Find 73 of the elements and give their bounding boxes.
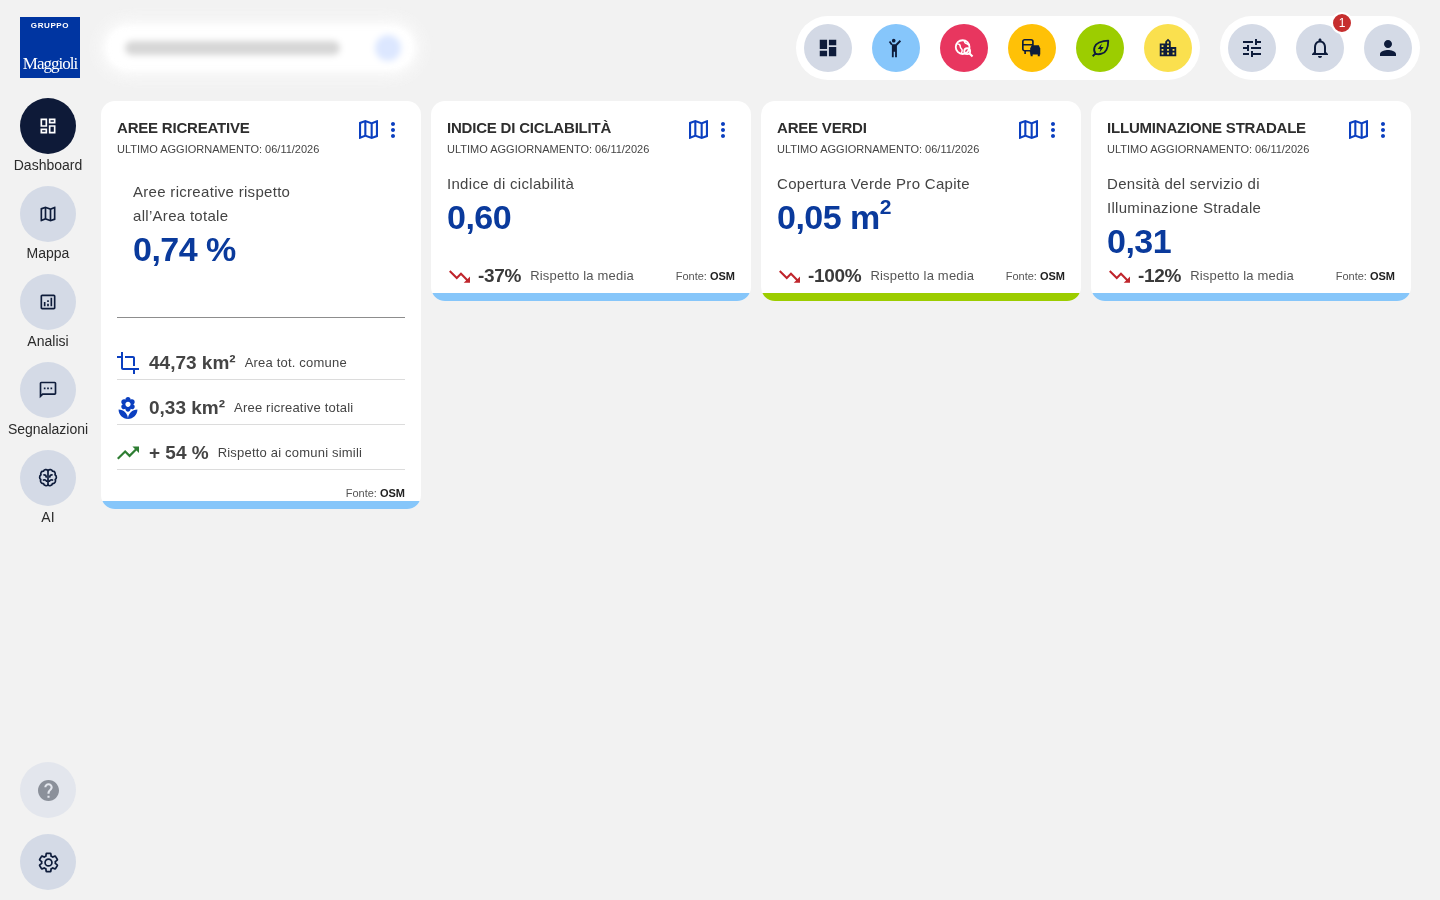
stat-value: 44,73 km²: [149, 350, 236, 375]
map-icon[interactable]: [1349, 120, 1368, 139]
trend-value: -12%: [1138, 264, 1182, 288]
metric-description: Indice di ciclabilità: [447, 174, 576, 194]
category-button[interactable]: [1144, 24, 1192, 72]
sliders-icon: [1243, 39, 1261, 57]
nav-item[interactable]: Segnalazioni: [7, 362, 89, 440]
trend-label: Rispetto la media: [1190, 267, 1294, 285]
settings-button[interactable]: [20, 834, 76, 890]
metric-description: Densità del servizio di Illuminazione Stradale: [1107, 174, 1263, 218]
trend-down-icon: [779, 269, 800, 283]
trend-down-icon: [1109, 269, 1130, 283]
nav-item[interactable]: Mappa: [20, 186, 76, 264]
last-updated-text: ULTIMO AGGIORNAMENTO: 06/11/2026: [447, 142, 651, 157]
notification-badge: 1: [1331, 12, 1353, 34]
bus-car-icon: [1021, 37, 1043, 59]
stat-value: + 54 %: [149, 440, 209, 465]
metric-value: 0,74 %: [133, 229, 236, 269]
stat-label: Aree ricreative totali: [234, 398, 354, 417]
more-options-icon[interactable]: [721, 121, 725, 138]
account-button[interactable]: [1364, 24, 1412, 72]
city-buildings-icon: [1157, 37, 1179, 59]
bell-icon: [1312, 38, 1328, 58]
category-button[interactable]: [872, 24, 920, 72]
nav-item[interactable]: AI: [20, 450, 76, 528]
nav-item[interactable]: Analisi: [20, 274, 76, 352]
last-updated-text: ULTIMO AGGIORNAMENTO: 06/11/2026: [777, 142, 981, 157]
dashboard-icon: [817, 37, 839, 59]
category-button[interactable]: [804, 24, 852, 72]
logo-tagline: GRUPPO: [30, 21, 70, 31]
card-title: AREE VERDI: [777, 118, 868, 138]
last-updated-text: ULTIMO AGGIORNAMENTO: 06/11/2026: [1107, 142, 1311, 157]
stat-value: 0,33 km²: [149, 395, 226, 420]
filter-button[interactable]: [1228, 24, 1276, 72]
metric-value: 0,31: [1107, 221, 1172, 261]
category-button[interactable]: [1076, 24, 1124, 72]
help-icon: [37, 779, 59, 801]
help-button[interactable]: [20, 762, 76, 818]
nav-item[interactable]: Dashboard: [13, 98, 83, 176]
trend-label: Rispetto la media: [870, 267, 975, 285]
card-title: AREE RICREATIVE: [117, 118, 251, 138]
blurred-dot-icon: [375, 35, 401, 61]
source-text: Fonte: OSM: [345, 486, 405, 501]
card-title: ILLUMINAZIONE STRADALE: [1107, 118, 1307, 138]
crop-icon: [117, 351, 139, 374]
trend-down-icon: [449, 269, 470, 283]
source-text: Fonte: OSM: [1335, 269, 1395, 284]
metric-value: 0,05 m$^{2}$: [777, 197, 892, 237]
trend-label: Rispetto la media: [530, 267, 634, 285]
more-options-icon[interactable]: [1381, 121, 1385, 138]
stat-label: Area tot. comune: [244, 353, 347, 372]
person-icon: [1380, 40, 1396, 56]
trend-value: -37%: [478, 264, 522, 288]
more-options-icon[interactable]: [1051, 121, 1055, 138]
settings-icon: [37, 851, 59, 873]
map-icon[interactable]: [1019, 120, 1038, 139]
category-button[interactable]: [1008, 24, 1056, 72]
metric-value: 0,60: [447, 197, 512, 237]
stat-label: Rispetto ai comuni simili: [217, 443, 363, 462]
globe-search-icon: [953, 37, 975, 59]
source-text: Fonte: OSM: [1005, 269, 1065, 284]
metric-description: Aree ricreative rispetto all’Area totale: [133, 182, 292, 226]
source-text: Fonte: OSM: [675, 269, 735, 284]
flower-icon: [117, 396, 139, 419]
metric-description: Copertura Verde Pro Capite: [777, 174, 971, 194]
more-options-icon[interactable]: [391, 121, 395, 138]
last-updated-text: ULTIMO AGGIORNAMENTO: 06/11/2026: [117, 142, 321, 157]
card-title: INDICE DI CICLABILITÀ: [447, 118, 613, 138]
map-icon[interactable]: [689, 120, 708, 139]
logo-wordmark: Maggioli: [22, 54, 78, 74]
trend-value: -100%: [808, 264, 862, 288]
leaf-bolt-icon: [1089, 37, 1111, 59]
map-icon[interactable]: [359, 120, 378, 139]
